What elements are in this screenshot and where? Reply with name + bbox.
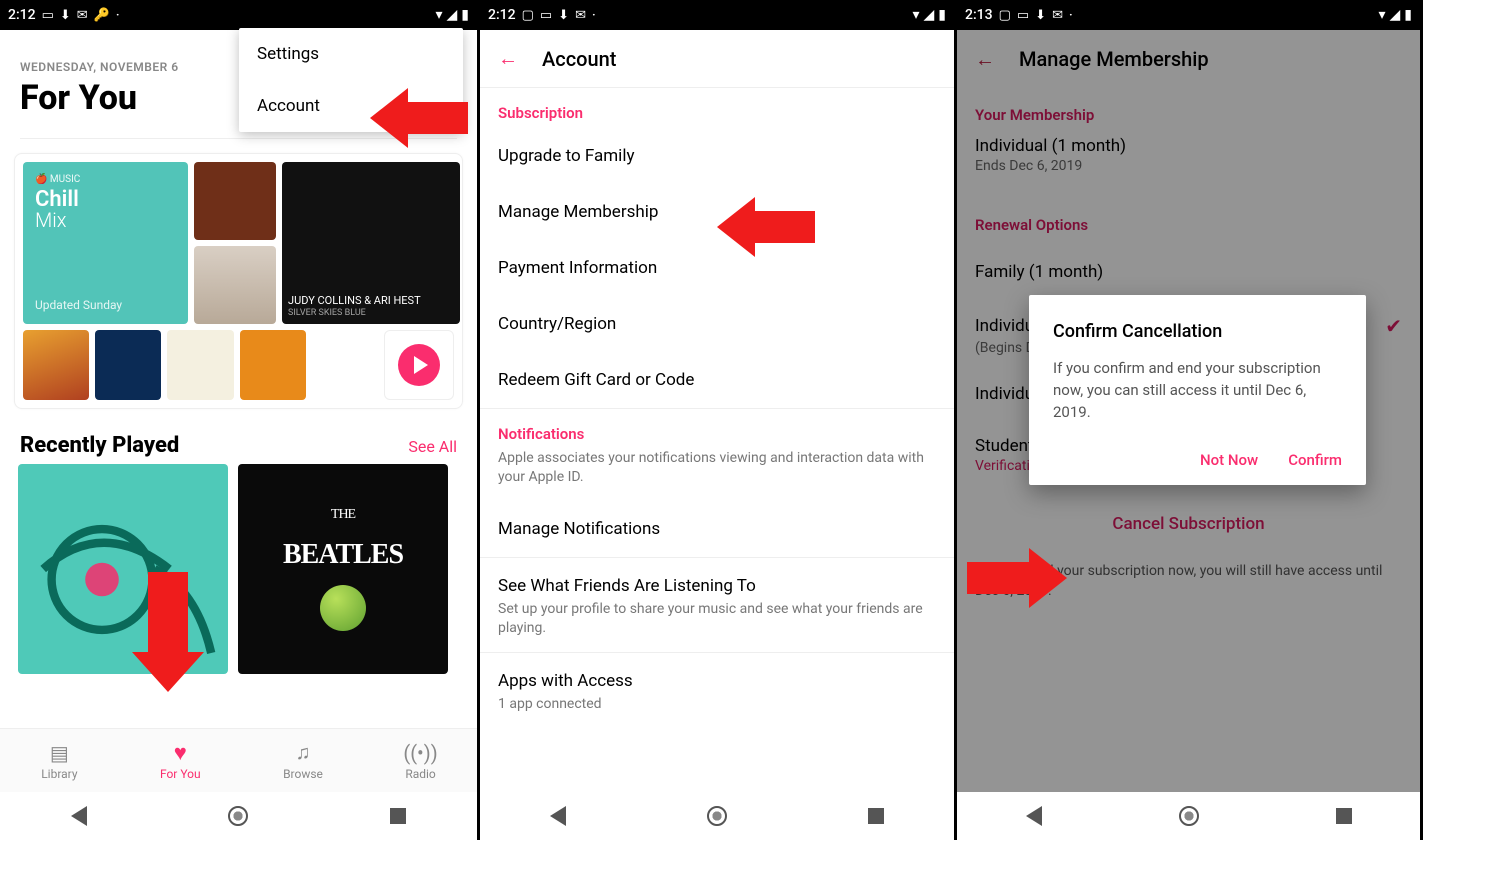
library-icon: ▤ [47,741,71,765]
download-icon: ⬇ [558,8,569,23]
signal-icon: ◢ [1390,7,1401,23]
row-upgrade-family[interactable]: Upgrade to Family [480,128,954,184]
tile-mini-4[interactable] [240,330,306,400]
for-you-card: 🍎 MUSIC Chill Mix Updated Sunday JUDY CO… [14,153,463,409]
row-redeem-code[interactable]: Redeem Gift Card or Code [480,352,954,408]
recently-played-header: Recently Played See All [0,409,477,464]
nav-home[interactable] [707,806,727,826]
section-subscription: Subscription [480,88,954,128]
dialog-title: Confirm Cancellation [1053,321,1342,342]
status-bar: 2:12 ▭ ⬇ ✉ 🔑 · ▾ ◢ ▮ [0,0,477,30]
download-icon: ⬇ [1035,8,1046,23]
battery-icon: ▮ [1404,7,1412,23]
mail-icon: ✉ [77,8,88,23]
annotation-arrow-account [370,88,468,148]
nav-recent[interactable] [1336,808,1352,824]
wifi-icon: ▾ [912,7,919,23]
signal-icon: ◢ [447,7,458,23]
tile-mini-2[interactable] [95,330,161,400]
status-bar: 2:13 ▢ ▭ ⬇ ✉ · ▾ ◢ ▮ [957,0,1420,30]
tab-radio[interactable]: ((•)) Radio [405,741,435,781]
status-time: 2:12 [8,7,36,23]
android-nav [957,792,1420,840]
annotation-arrow-cancel [967,548,1067,608]
bottom-tabs: ▤ Library ♥ For You ♫ Browse ((•)) Radio [0,728,477,792]
key-icon: 🔑 [94,8,110,23]
radio-icon: ((•)) [409,741,433,765]
apps-subtitle: 1 app connected [480,695,954,728]
nav-back[interactable] [71,806,87,826]
annotation-arrow-manage [717,197,815,257]
dialog-confirm-button[interactable]: Confirm [1288,451,1342,469]
notif-icon: ▭ [1017,8,1029,23]
notifications-subtitle: Apple associates your notifications view… [480,449,954,501]
heart-icon: ♥ [168,741,192,765]
page-title: Account [542,47,616,71]
more-icon: · [116,8,120,23]
nav-back[interactable] [1026,806,1042,826]
battery-icon: ▮ [461,7,469,23]
image-icon: ▢ [999,8,1011,23]
tile-mini-3[interactable] [167,330,233,400]
row-friends-listening[interactable]: See What Friends Are Listening To [480,558,954,600]
mail-icon: ✉ [1052,8,1063,23]
more-icon: · [592,8,596,23]
play-button[interactable] [384,330,454,400]
chill-line2: Mix [35,208,176,232]
back-arrow-icon[interactable]: ← [498,46,518,71]
play-icon [398,344,440,386]
battery-icon: ▮ [938,7,946,23]
notif-icon: ▭ [42,8,54,23]
toolbar: ← Account [480,30,954,88]
row-apps-access[interactable]: Apps with Access [480,653,954,695]
apple-icon [320,585,366,631]
status-time: 2:13 [965,7,993,23]
more-icon: · [1069,8,1073,23]
tile-album-2[interactable] [194,162,276,240]
dialog-body: If you confirm and end your subscription… [1053,358,1342,423]
tile-chill-mix[interactable]: 🍎 MUSIC Chill Mix Updated Sunday [23,162,188,324]
status-bar: 2:12 ▢ ▭ ⬇ ✉ · ▾ ◢ ▮ [480,0,954,30]
tab-library[interactable]: ▤ Library [41,741,77,781]
tile-judy-collins[interactable]: JUDY COLLINS & ARI HEST SILVER SKIES BLU… [282,162,460,324]
dialog-not-now-button[interactable]: Not Now [1200,451,1258,469]
section-notifications: Notifications [480,409,954,449]
recently-played-title: Recently Played [20,433,179,458]
friends-subtitle: Set up your profile to share your music … [480,600,954,652]
wifi-icon: ▾ [435,7,442,23]
status-time: 2:12 [488,7,516,23]
android-nav [0,792,477,840]
screen-for-you: 2:12 ▭ ⬇ ✉ 🔑 · ▾ ◢ ▮ WEDNESDAY, NOVEMBER… [0,0,480,840]
notif-icon: ▭ [540,8,552,23]
tile-mini-1[interactable] [23,330,89,400]
row-manage-notifications[interactable]: Manage Notifications [480,501,954,557]
judy-text: JUDY COLLINS & ARI HEST SILVER SKIES BLU… [288,295,421,318]
nav-home[interactable] [228,806,248,826]
tab-browse[interactable]: ♫ Browse [283,741,323,781]
see-all-link[interactable]: See All [408,437,457,456]
chill-updated: Updated Sunday [35,298,176,312]
brand-label: 🍎 MUSIC [35,174,176,185]
signal-icon: ◢ [924,7,935,23]
tile-album-3[interactable] [194,246,276,324]
annotation-arrow-scroll [132,572,204,692]
screen-manage-membership: 2:13 ▢ ▭ ⬇ ✉ · ▾ ◢ ▮ ← Manage Membership… [957,0,1423,840]
menu-settings[interactable]: Settings [239,28,463,80]
screen-account: 2:12 ▢ ▭ ⬇ ✉ · ▾ ◢ ▮ ← Account Subscript… [480,0,957,840]
note-icon: ♫ [291,741,315,765]
tab-for-you[interactable]: ♥ For You [160,741,201,781]
recently-played-list[interactable]: THE BEATLES [0,464,477,674]
image-icon: ▢ [522,8,534,23]
nav-home[interactable] [1179,806,1199,826]
album-beatles[interactable]: THE BEATLES [238,464,448,674]
download-icon: ⬇ [60,8,71,23]
android-nav [480,792,954,840]
wifi-icon: ▾ [1378,7,1385,23]
nav-back[interactable] [550,806,566,826]
row-country-region[interactable]: Country/Region [480,296,954,352]
confirm-cancel-dialog: Confirm Cancellation If you confirm and … [1029,295,1366,485]
nav-recent[interactable] [390,808,406,824]
mail-icon: ✉ [575,8,586,23]
nav-recent[interactable] [868,808,884,824]
